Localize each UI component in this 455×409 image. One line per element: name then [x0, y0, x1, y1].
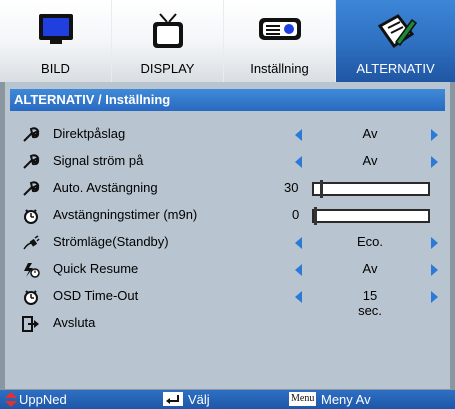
up-down-arrow-icon: [5, 392, 17, 407]
auto-off-slider[interactable]: [312, 180, 430, 198]
wrench-icon: [23, 127, 40, 142]
option-value: Av: [362, 153, 378, 168]
monitor-icon: [38, 14, 73, 44]
sleep-timer-slider[interactable]: [312, 207, 430, 225]
quick-resume-icon: [24, 263, 40, 278]
power-plug-icon: [23, 235, 40, 250]
arrow-right-icon[interactable]: [431, 291, 438, 303]
option-label: Avstängningstimer (m9n): [53, 207, 198, 222]
footer-menu-off-label: Meny Av: [321, 392, 371, 407]
slider-value: 30: [284, 180, 299, 195]
menu-key-icon: Menu: [289, 392, 317, 406]
footer-updown-label: UppNed: [19, 392, 67, 407]
breadcrumb: ALTERNATIV / Inställning: [10, 89, 445, 111]
slider-knob[interactable]: [320, 180, 323, 198]
menu-tabs: BILD DISPLAY Inställning ALTERNATIV: [0, 0, 455, 82]
option-label: Quick Resume: [53, 261, 139, 276]
slider-value: 0: [292, 207, 300, 222]
option-value: Eco.: [356, 234, 383, 249]
arrow-right-icon[interactable]: [431, 129, 438, 141]
option-osd-time-out[interactable]: OSD Time-Out 15 sec.: [10, 286, 445, 318]
tab-label: ALTERNATIV: [356, 61, 435, 76]
enter-key-icon: [163, 392, 183, 406]
option-avsluta[interactable]: Avsluta: [10, 313, 445, 335]
arrow-left-icon[interactable]: [295, 291, 302, 303]
timer-icon: [24, 209, 38, 224]
wrench-icon: [23, 181, 40, 196]
slider-knob[interactable]: [314, 207, 317, 225]
arrow-left-icon[interactable]: [295, 156, 302, 168]
option-value: Av: [362, 261, 378, 276]
tv-icon: [152, 13, 183, 48]
arrow-right-icon[interactable]: [431, 237, 438, 249]
option-label: Signal ström på: [53, 153, 144, 168]
arrow-left-icon[interactable]: [295, 129, 302, 141]
tab-display[interactable]: DISPLAY: [112, 0, 224, 82]
option-signal-strom-pa[interactable]: Signal ström på Av: [10, 151, 445, 173]
option-avstangningstimer[interactable]: Avstängningstimer (m9n) 0: [10, 205, 445, 227]
option-auto-avstangning[interactable]: Auto. Avstängning 30: [10, 178, 445, 200]
tab-alternativ[interactable]: ALTERNATIV: [336, 0, 455, 82]
wrench-icon: [23, 154, 40, 169]
tab-label: DISPLAY: [140, 61, 195, 76]
timer-icon: [24, 290, 38, 305]
arrow-left-icon[interactable]: [295, 264, 302, 276]
exit-icon: [22, 316, 39, 332]
option-label: Auto. Avstängning: [53, 180, 158, 195]
arrow-left-icon[interactable]: [295, 237, 302, 249]
footer-help-bar: UppNed Välj Menu Meny Av: [0, 390, 455, 409]
notepad-pen-icon: [377, 14, 417, 49]
tab-label: BILD: [41, 61, 70, 76]
projector-icon: [258, 18, 301, 40]
option-stromlage-standby[interactable]: Strömläge(Standby) Eco.: [10, 232, 445, 254]
arrow-right-icon[interactable]: [431, 264, 438, 276]
option-label: Direktpåslag: [53, 126, 126, 141]
option-label: Strömläge(Standby): [53, 234, 169, 249]
tab-installning[interactable]: Inställning: [224, 0, 336, 82]
arrow-right-icon[interactable]: [431, 156, 438, 168]
option-direktpaslag[interactable]: Direktpåslag Av: [10, 124, 445, 146]
option-label: Avsluta: [53, 315, 96, 330]
tab-bild[interactable]: BILD: [0, 0, 112, 82]
footer-select-label: Välj: [188, 392, 210, 407]
option-quick-resume[interactable]: Quick Resume Av: [10, 259, 445, 281]
tab-label: Inställning: [250, 61, 309, 76]
option-label: OSD Time-Out: [53, 288, 139, 303]
option-value: Av: [362, 126, 378, 141]
